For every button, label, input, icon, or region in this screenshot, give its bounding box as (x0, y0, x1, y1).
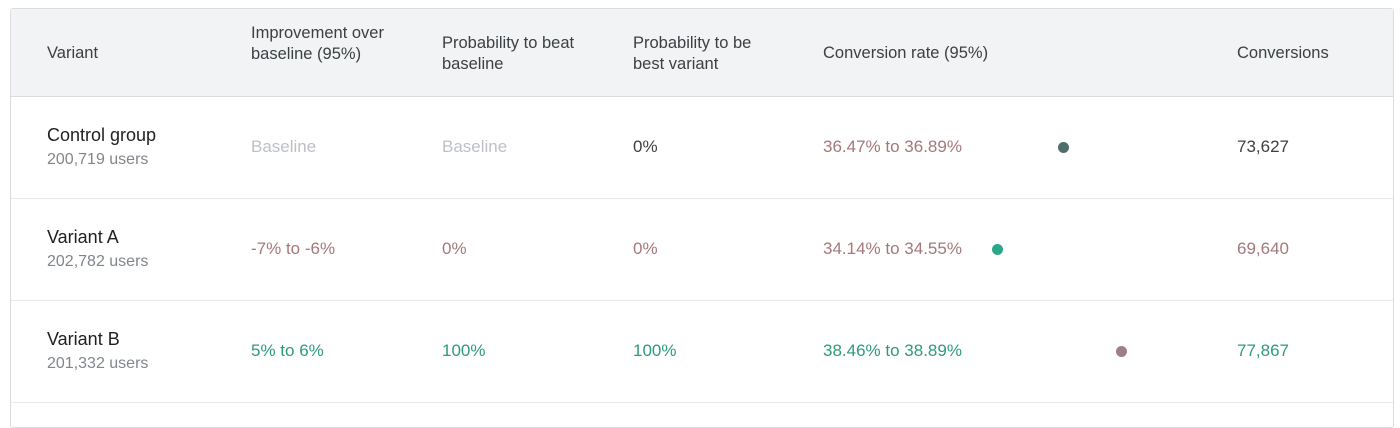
table-row-control-group[interactable]: Control group 200,719 users Baseline Bas… (11, 97, 1393, 199)
experiment-results-table: Variant Improvement over baseline (95%) … (10, 8, 1394, 428)
conversion-rate-value: 36.47% to 36.89% (823, 137, 962, 156)
header-conversions[interactable]: Conversions (1237, 43, 1329, 64)
conversion-rate-value: 38.46% to 38.89% (823, 341, 962, 360)
conversions-value: 73,627 (1237, 137, 1289, 156)
table-row-variant-b[interactable]: Variant B 201,332 users 5% to 6% 100% 10… (11, 301, 1393, 403)
variant-name: Variant A (47, 227, 119, 247)
variant-name: Control group (47, 125, 157, 145)
header-probability-to-beat-baseline[interactable]: Probability to beat baseline (442, 33, 582, 75)
table-header: Variant Improvement over baseline (95%) … (11, 9, 1393, 97)
header-conversion-rate[interactable]: Conversion rate (95%) (823, 43, 988, 64)
prob-beat-value: Baseline (442, 137, 508, 156)
prob-best-value: 100% (633, 341, 677, 360)
table-row-variant-a[interactable]: Variant A 202,782 users -7% to -6% 0% 0%… (11, 199, 1393, 301)
prob-best-value: 0% (633, 137, 658, 156)
improvement-value: 5% to 6% (251, 341, 324, 360)
header-probability-to-be-best[interactable]: Probability to be best variant (633, 33, 773, 75)
improvement-value: -7% to -6% (251, 239, 336, 258)
variant-users: 201,332 users (47, 355, 149, 372)
header-variant[interactable]: Variant (47, 43, 98, 64)
header-improvement[interactable]: Improvement over baseline (95%) (251, 23, 391, 65)
prob-beat-value: 0% (442, 239, 467, 258)
conversion-rate-dot (1058, 142, 1069, 153)
conversion-rate-dot (1116, 346, 1127, 357)
conversions-value: 77,867 (1237, 341, 1289, 360)
conversion-rate-dot (992, 244, 1003, 255)
variant-users: 200,719 users (47, 151, 149, 168)
variant-name: Variant B (47, 329, 120, 349)
variant-users: 202,782 users (47, 253, 149, 270)
improvement-value: Baseline (251, 137, 317, 156)
conversions-value: 69,640 (1237, 239, 1289, 258)
conversion-rate-value: 34.14% to 34.55% (823, 239, 962, 258)
prob-best-value: 0% (633, 239, 658, 258)
prob-beat-value: 100% (442, 341, 486, 360)
